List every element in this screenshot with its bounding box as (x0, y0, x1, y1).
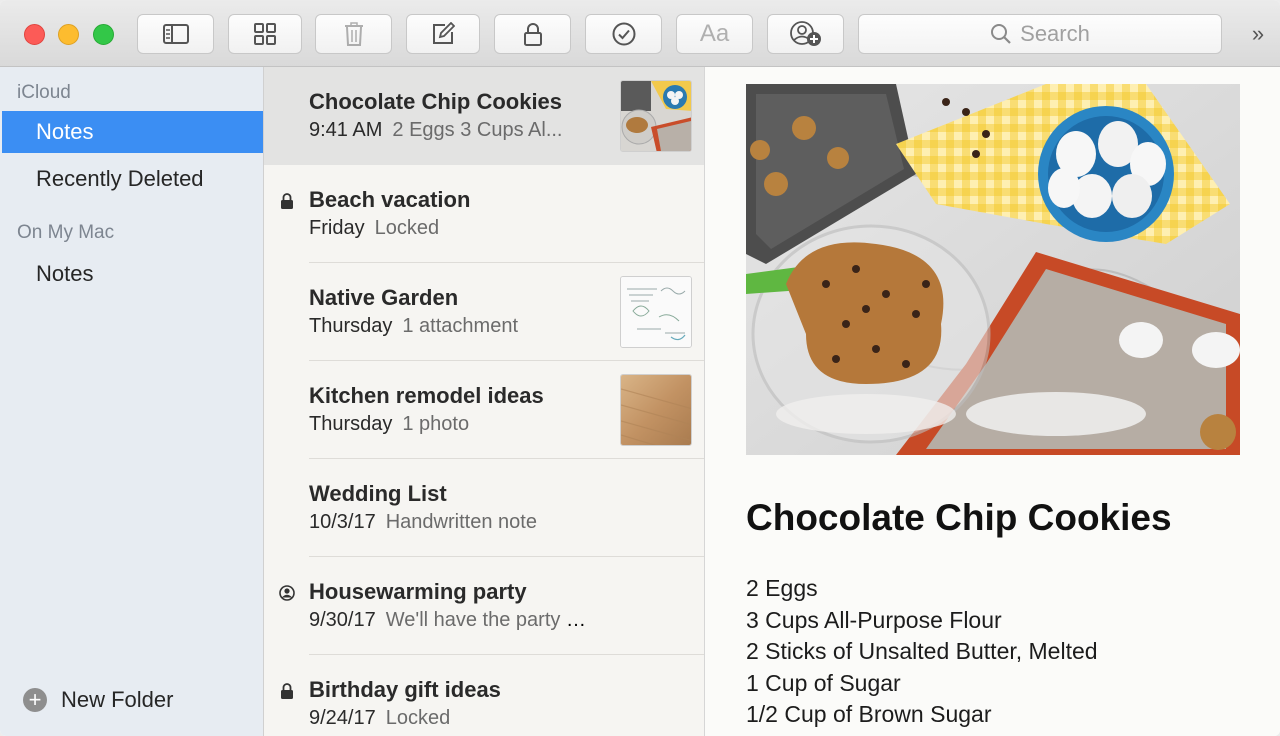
note-date: 9:41 AM (309, 119, 383, 141)
note-item-beach-vacation[interactable]: Beach vacation Friday Locked (264, 165, 704, 263)
note-item-wedding-list[interactable]: Wedding List 10/3/17 Handwritten note (264, 459, 704, 557)
new-note-button[interactable] (406, 14, 480, 54)
note-date: Thursday (309, 413, 393, 435)
gallery-view-button[interactable] (228, 14, 302, 54)
search-field[interactable]: Search (858, 14, 1222, 54)
sidebar-section-icloud: iCloud (17, 82, 71, 103)
grid-icon (254, 23, 276, 45)
compose-icon (433, 22, 455, 44)
list-item: 1 Cup of Sugar (746, 669, 901, 696)
note-image-cookies[interactable] (746, 84, 1240, 455)
note-snippet: Locked (374, 217, 440, 239)
sidebar-item-icloud-notes[interactable]: Notes (2, 111, 263, 153)
ingredient-list: 2 Eggs 3 Cups All-Purpose Flour 2 Sticks… (746, 573, 1098, 731)
note-subtitle: Friday Locked (309, 217, 439, 240)
note-thumbnail-cookies (620, 80, 692, 152)
list-item: 3 Cups All-Purpose Flour (746, 606, 1002, 633)
sidebar-item-label: Recently Deleted (36, 166, 204, 191)
note-snippet: 1 attachment (402, 315, 518, 337)
sidebar-toggle-button[interactable] (137, 14, 214, 54)
notes-window: Aa Search » iCloud Notes Recently Delete… (0, 0, 1280, 736)
list-item: 1/2 Cup of Brown Sugar (746, 701, 992, 727)
lock-icon (523, 23, 542, 46)
toolbar: Aa Search » (0, 0, 1280, 67)
note-title: Birthday gift ideas (309, 677, 501, 702)
lock-icon (281, 683, 293, 699)
note-date: 10/3/17 (309, 511, 376, 533)
trash-icon (344, 22, 363, 46)
note-subtitle: Thursday 1 photo (309, 413, 469, 436)
note-snippet: Handwritten note (385, 511, 537, 533)
lock-icon (281, 193, 293, 209)
add-people-button[interactable] (767, 14, 844, 54)
note-thumbnail-sketch (620, 276, 692, 348)
note-date: Friday (309, 217, 365, 239)
search-icon (991, 24, 1011, 44)
note-snippet: 2 Eggs 3 Cups Al... (392, 119, 563, 141)
note-date: 9/24/17 (309, 707, 376, 729)
note-title: Wedding List (309, 481, 447, 506)
checklist-button[interactable] (585, 14, 662, 54)
format-button[interactable]: Aa (676, 14, 753, 54)
note-thumbnail-wood (620, 374, 692, 446)
list-item: 2 Eggs (746, 575, 818, 601)
note-subtitle: 9/30/17 We'll have the party on S... (309, 609, 591, 632)
note-date: Thursday (309, 315, 393, 337)
note-title: Kitchen remodel ideas (309, 383, 544, 408)
note-item-birthday-gift-ideas[interactable]: Birthday gift ideas 9/24/17 Locked (264, 655, 704, 736)
new-folder-label: New Folder (61, 687, 174, 712)
checkmark-circle-icon (612, 22, 635, 46)
sidebar-item-mac-notes[interactable]: Notes (2, 253, 263, 295)
sidebar-item-recently-deleted[interactable]: Recently Deleted (2, 158, 263, 200)
note-subtitle: 10/3/17 Handwritten note (309, 511, 537, 534)
format-icon: Aa (699, 20, 730, 47)
list-item: 2 Sticks of Unsalted Butter, Melted (746, 638, 1098, 664)
zoom-window-button[interactable] (93, 24, 114, 45)
note-subtitle: 9:41 AM 2 Eggs 3 Cups Al... (309, 119, 563, 142)
sidebar-item-label: Notes (36, 119, 94, 144)
shared-person-icon (279, 585, 295, 601)
sidebar-icon (162, 24, 189, 44)
note-item-chocolate-chip-cookies[interactable]: Chocolate Chip Cookies 9:41 AM 2 Eggs 3 C… (264, 67, 704, 165)
note-item-kitchen-remodel-ideas[interactable]: Kitchen remodel ideas Thursday 1 photo (264, 361, 704, 459)
note-title: Housewarming party (309, 579, 527, 604)
sidebar-section-on-my-mac: On My Mac (17, 222, 115, 243)
note-snippet: We'll have the party on S... (385, 609, 591, 631)
note-subtitle: 9/24/17 Locked (309, 707, 450, 730)
note-title: Native Garden (309, 285, 459, 310)
note-subtitle: Thursday 1 attachment (309, 315, 518, 338)
note-item-native-garden[interactable]: Native Garden Thursday 1 attachment (264, 263, 704, 361)
note-snippet: 1 photo (402, 413, 470, 435)
sidebar-item-label: Notes (36, 261, 94, 286)
note-list: Chocolate Chip Cookies 9:41 AM 2 Eggs 3 C… (264, 67, 705, 736)
add-person-icon (789, 21, 821, 46)
minimize-window-button[interactable] (58, 24, 79, 45)
note-item-housewarming-party[interactable]: Housewarming party 9/30/17 We'll have the… (264, 557, 704, 655)
delete-button[interactable] (315, 14, 392, 54)
new-folder-button[interactable]: + New Folder (23, 687, 173, 713)
note-title: Chocolate Chip Cookies (309, 89, 563, 114)
note-editor[interactable]: Chocolate Chip Cookies 2 Eggs 3 Cups All… (705, 67, 1280, 736)
note-title: Beach vacation (309, 187, 471, 212)
plus-circle-icon: + (23, 688, 47, 712)
search-placeholder: Search (1020, 21, 1090, 46)
note-snippet: Locked (385, 707, 451, 729)
note-date: 9/30/17 (309, 609, 376, 631)
lock-button[interactable] (494, 14, 571, 54)
toolbar-overflow-button[interactable]: » (1244, 20, 1272, 48)
sidebar: iCloud Notes Recently Deleted On My Mac … (0, 67, 264, 736)
note-heading: Chocolate Chip Cookies (746, 497, 1172, 538)
close-window-button[interactable] (24, 24, 45, 45)
